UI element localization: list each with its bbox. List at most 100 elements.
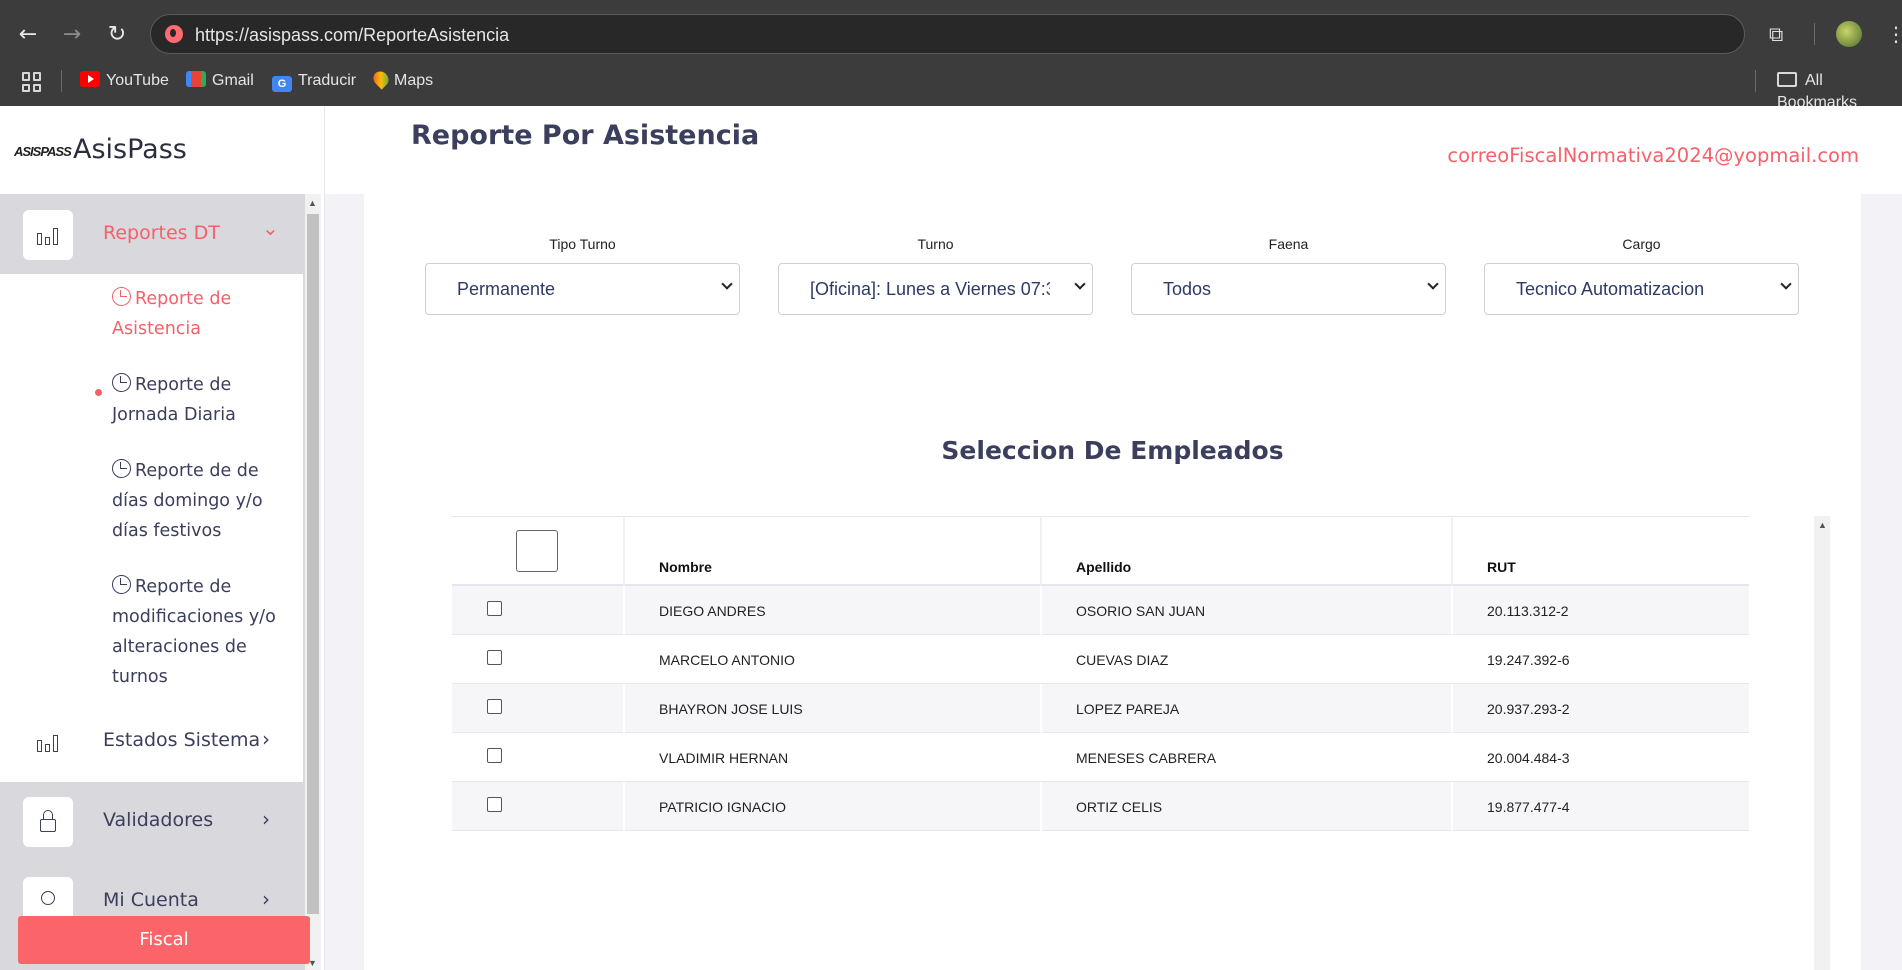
active-dot: [95, 389, 102, 396]
chevron-down-icon: [1780, 278, 1792, 290]
clock-icon: [112, 459, 131, 478]
cargo-select[interactable]: Tecnico Automatizacion: [1484, 263, 1799, 315]
select-all-checkbox[interactable]: [516, 530, 558, 572]
column-divider: [1040, 517, 1042, 585]
chevron-right-icon: ›: [262, 727, 270, 751]
chevron-down-icon: [1427, 278, 1439, 290]
bookmark-gmail[interactable]: Gmail: [186, 70, 254, 92]
turno-select[interactable]: [Oficina]: Lunes a Viernes 07:3: [778, 263, 1093, 315]
tipo-turno-select[interactable]: Permanente: [425, 263, 740, 315]
maps-icon: [370, 68, 392, 90]
filter-label: Faena: [1268, 236, 1309, 252]
cell-rut: 19.247.392-6: [1487, 652, 1570, 668]
faena-select[interactable]: Todos: [1131, 263, 1446, 315]
page-title: Reporte Por Asistencia: [411, 120, 760, 151]
reload-icon[interactable]: ↻: [103, 21, 131, 49]
folder-icon: [1777, 72, 1797, 87]
scroll-up-icon[interactable]: ▲: [1818, 520, 1827, 530]
youtube-icon: [80, 71, 100, 87]
scroll-up-icon[interactable]: ▲: [308, 198, 317, 208]
user-email: correoFiscalNormativa2024@yopmail.com: [1447, 144, 1859, 167]
browser-toolbar: ← → ↻ https://asispass.com/ReporteAsiste…: [0, 10, 1902, 58]
filter-cargo: Cargo Tecnico Automatizacion: [1484, 236, 1799, 315]
employees-table: Nombre Apellido RUT DIEGO ANDRES OSORIO …: [452, 516, 1749, 831]
cell-nombre: MARCELO ANTONIO: [659, 652, 795, 668]
apps-grid-icon[interactable]: [22, 72, 42, 92]
column-header-rut[interactable]: RUT: [1487, 559, 1516, 575]
table-row[interactable]: PATRICIO IGNACIO ORTIZ CELIS 19.877.477-…: [452, 782, 1749, 831]
page-header: Reporte Por Asistencia correoFiscalNorma…: [325, 106, 1902, 194]
submenu-reporte-domingos-festivos[interactable]: Reporte de de días domingo y/o días fest…: [112, 456, 292, 546]
filter-label: Turno: [917, 236, 954, 252]
column-divider: [1451, 517, 1453, 585]
back-icon[interactable]: ←: [14, 21, 42, 49]
sidebar-item-estados-sistema[interactable]: Estados Sistema ›: [0, 701, 303, 781]
sidebar-scrollbar[interactable]: ▲ ▼: [305, 194, 321, 970]
report-card: Tipo Turno Permanente Turno [Oficina]: L…: [364, 194, 1861, 970]
row-checkbox[interactable]: [487, 699, 502, 714]
column-header-apellido[interactable]: Apellido: [1076, 559, 1131, 575]
logo-mark: ASISPASS: [14, 144, 72, 159]
scrollbar-thumb[interactable]: [307, 214, 319, 914]
clock-icon: [112, 575, 131, 594]
cell-rut: 19.877.477-4: [1487, 799, 1570, 815]
table-scrollbar[interactable]: ▲: [1814, 516, 1830, 970]
extensions-icon[interactable]: ⧉: [1769, 22, 1783, 46]
cell-apellido: OSORIO SAN JUAN: [1076, 603, 1206, 619]
sidebar-item-reportes-dt[interactable]: Reportes DT ⌄: [0, 194, 303, 274]
cell-nombre: DIEGO ANDRES: [659, 603, 766, 619]
bookmarks-divider: [61, 70, 62, 92]
row-checkbox[interactable]: [487, 601, 502, 616]
column-header-nombre[interactable]: Nombre: [659, 559, 712, 575]
chevron-right-icon: ›: [262, 887, 270, 911]
submenu-reporte-jornada-diaria[interactable]: Reporte de Jornada Diaria: [112, 370, 292, 430]
row-checkbox[interactable]: [487, 650, 502, 665]
submenu-reporte-modificaciones-turnos[interactable]: Reporte de modificaciones y/o alteracion…: [112, 572, 292, 692]
profile-avatar[interactable]: [1836, 21, 1862, 47]
gmail-icon: [186, 71, 206, 87]
filter-label: Cargo: [1622, 236, 1661, 252]
submenu-reporte-asistencia[interactable]: Reporte de Asistencia: [112, 284, 292, 344]
browser-chrome: ← → ↻ https://asispass.com/ReporteAsiste…: [0, 0, 1902, 111]
filter-turno: Turno [Oficina]: Lunes a Viernes 07:3: [778, 236, 1093, 315]
table-row[interactable]: BHAYRON JOSE LUIS LOPEZ PAREJA 20.937.29…: [452, 684, 1749, 733]
clock-icon: [112, 287, 131, 306]
sidebar: ASISPASS AsisPass Reportes DT ⌄ Reporte …: [0, 106, 325, 970]
select-value: Todos: [1163, 279, 1212, 299]
cell-rut: 20.937.293-2: [1487, 701, 1570, 717]
page: Reporte Por Asistencia correoFiscalNorma…: [0, 106, 1902, 970]
chevron-right-icon: ›: [262, 807, 270, 831]
address-bar[interactable]: https://asispass.com/ReporteAsistencia: [150, 14, 1745, 54]
fiscal-button[interactable]: Fiscal: [18, 916, 310, 964]
bar-chart-icon: [23, 210, 73, 260]
bar-chart-icon: [23, 717, 73, 767]
chevron-down-icon: ⌄: [262, 216, 279, 240]
row-checkbox[interactable]: [487, 748, 502, 763]
bookmarks-divider-right: [1755, 70, 1756, 92]
bookmark-youtube[interactable]: YouTube: [80, 70, 169, 92]
table-row[interactable]: VLADIMIR HERNAN MENESES CABRERA 20.004.4…: [452, 733, 1749, 782]
forward-icon[interactable]: →: [58, 21, 86, 49]
sidebar-item-label: Validadores: [103, 809, 214, 831]
sidebar-item-label: Mi Cuenta: [103, 889, 199, 911]
cell-apellido: CUEVAS DIAZ: [1076, 652, 1169, 668]
toolbar-divider: [1814, 23, 1815, 45]
cell-apellido: MENESES CABRERA: [1076, 750, 1217, 766]
bookmark-maps[interactable]: Maps: [370, 68, 433, 92]
sidebar-item-validadores[interactable]: Validadores ›: [0, 781, 303, 861]
clock-icon: [112, 373, 131, 392]
table-row[interactable]: MARCELO ANTONIO CUEVAS DIAZ 19.247.392-6: [452, 635, 1749, 684]
filter-tipo-turno: Tipo Turno Permanente: [425, 236, 740, 315]
site-icon[interactable]: [165, 25, 183, 43]
chevron-down-icon: [1074, 278, 1086, 290]
app-name: AsisPass: [73, 134, 187, 165]
cell-rut: 20.004.484-3: [1487, 750, 1570, 766]
bookmarks-bar: YouTube Gmail G Traducir Maps All Bookmar…: [0, 64, 1902, 111]
table-row[interactable]: DIEGO ANDRES OSORIO SAN JUAN 20.113.312-…: [452, 586, 1749, 635]
bookmark-traducir[interactable]: G Traducir: [272, 70, 356, 92]
cell-rut: 20.113.312-2: [1487, 603, 1569, 619]
table-header: Nombre Apellido RUT: [452, 516, 1749, 586]
row-checkbox[interactable]: [487, 797, 502, 812]
menu-icon[interactable]: ⋮: [1886, 22, 1902, 46]
column-divider: [623, 517, 625, 585]
